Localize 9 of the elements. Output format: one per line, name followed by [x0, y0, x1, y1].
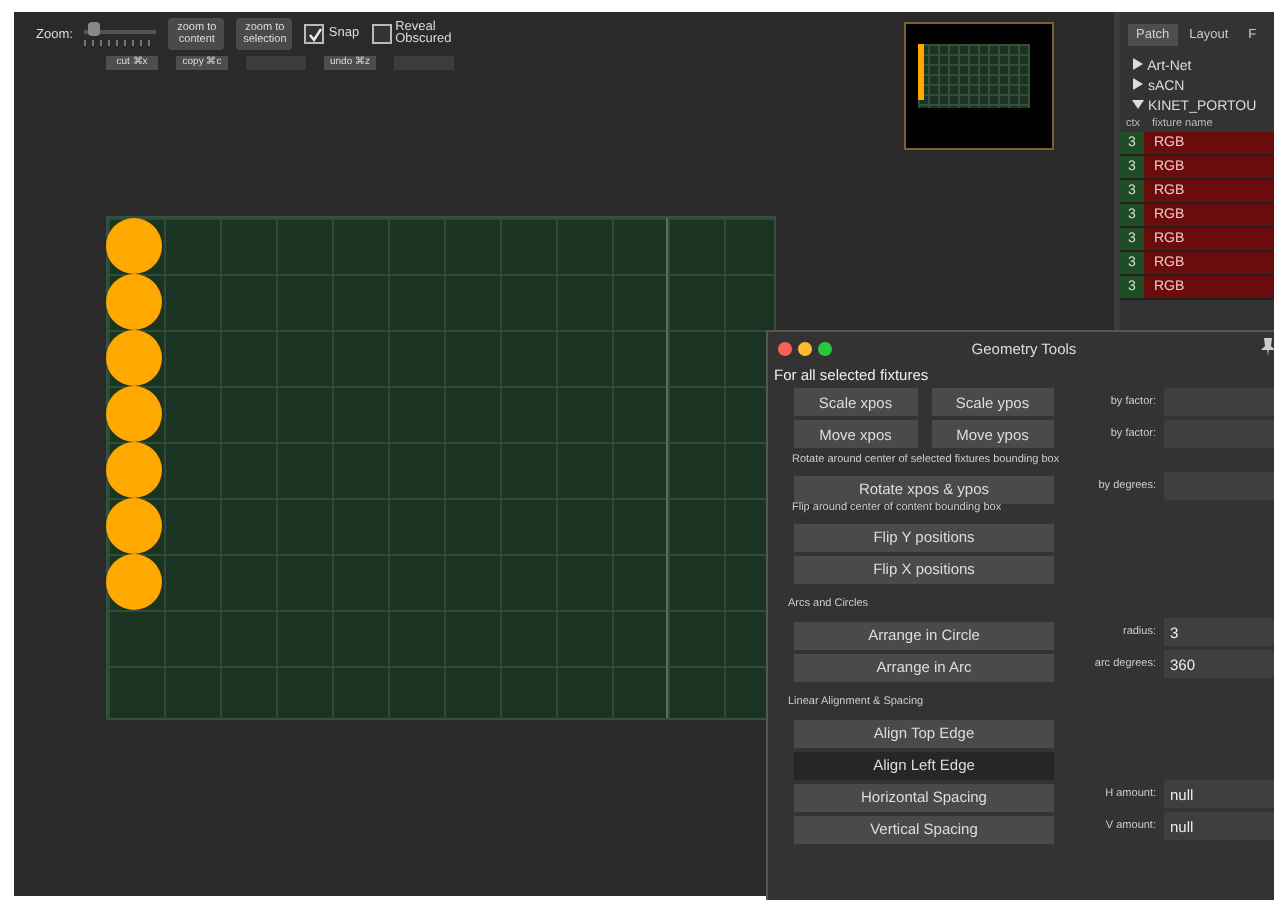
minimap[interactable]	[904, 22, 1054, 150]
checkbox[interactable]	[371, 24, 392, 44]
close-button[interactable]	[778, 342, 792, 356]
zoom-window-button[interactable]	[818, 342, 832, 356]
minimize-button[interactable]	[798, 342, 812, 356]
checkbox[interactable]	[304, 24, 325, 44]
zoom-slider[interactable]	[84, 22, 157, 46]
pin-icon[interactable]	[1260, 338, 1274, 356]
caret-down-icon[interactable]	[1132, 98, 1144, 110]
